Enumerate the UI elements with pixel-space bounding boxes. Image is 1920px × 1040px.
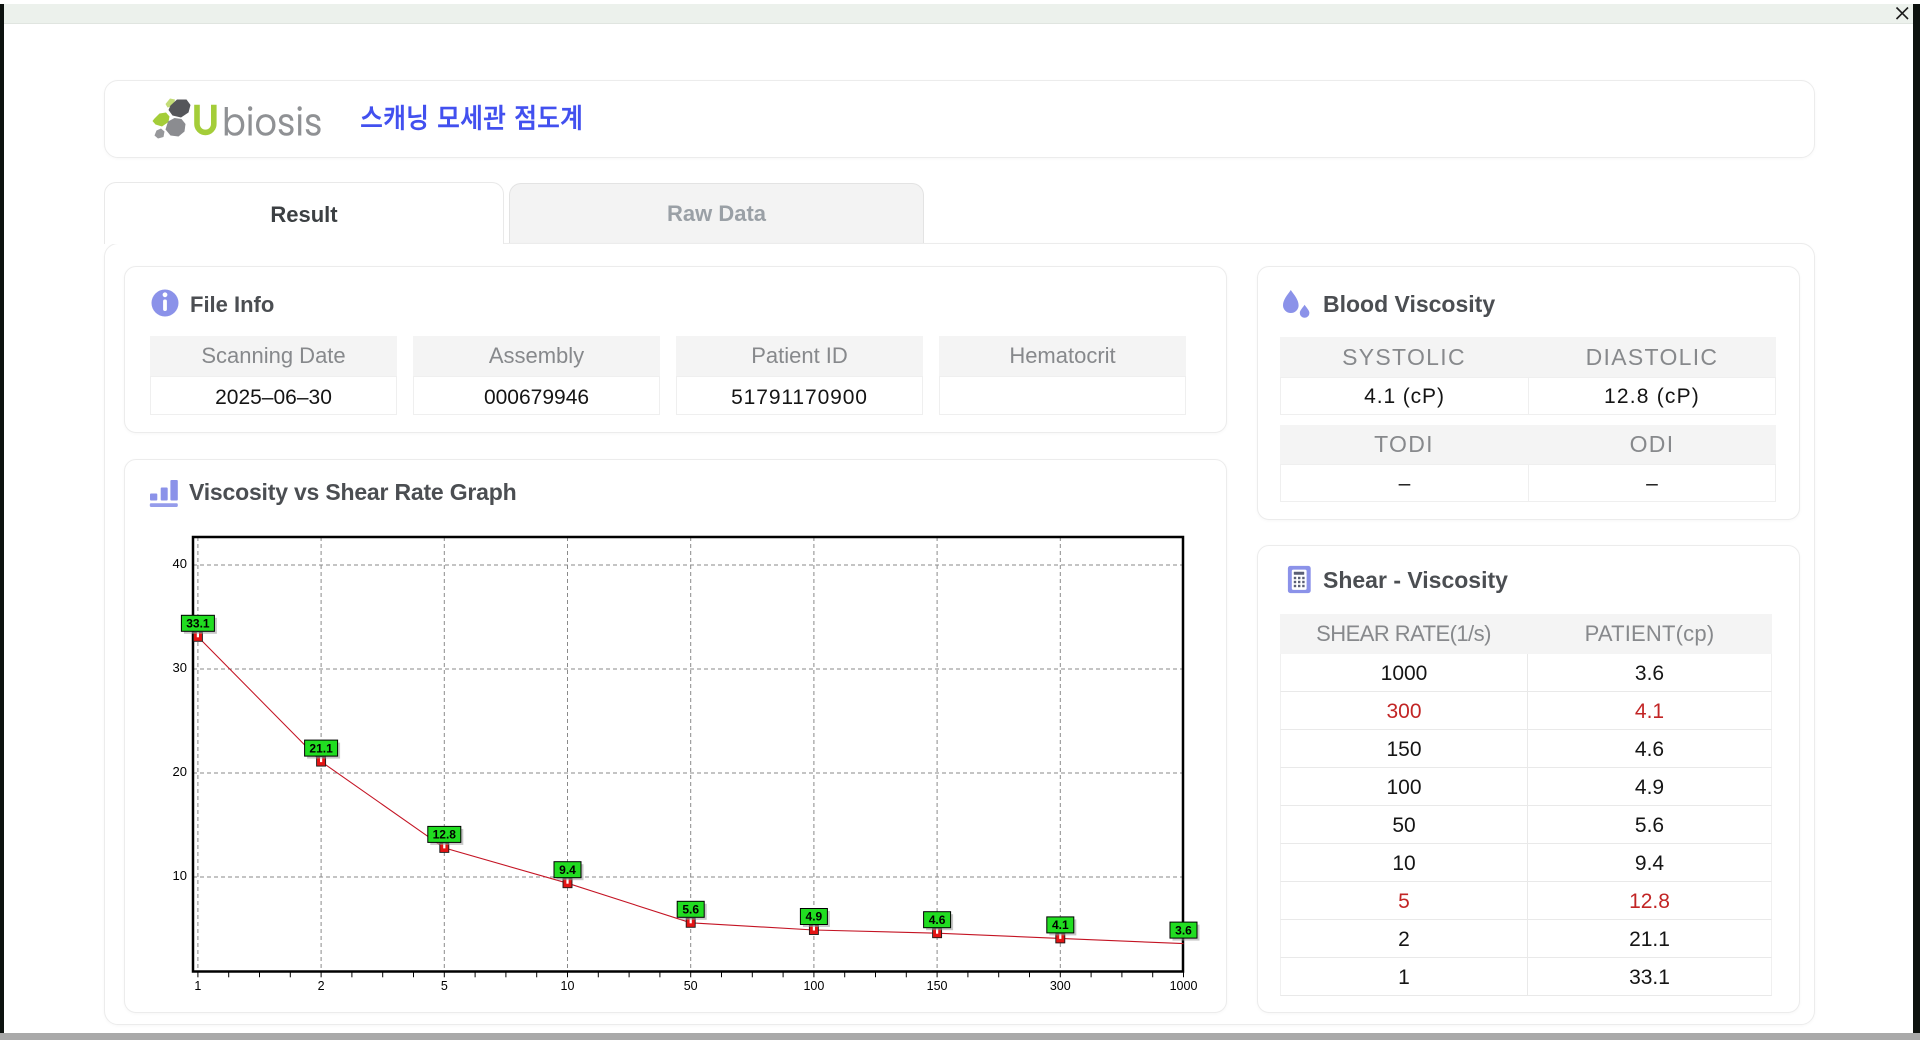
svg-text:1: 1	[194, 979, 201, 993]
svg-text:150: 150	[927, 979, 948, 993]
svg-text:33.1: 33.1	[186, 617, 210, 631]
svg-text:10: 10	[561, 979, 575, 993]
svg-text:12.8: 12.8	[433, 828, 457, 842]
svg-text:100: 100	[803, 979, 824, 993]
svg-text:4.6: 4.6	[929, 913, 946, 927]
svg-text:5: 5	[441, 979, 448, 993]
svg-text:4.9: 4.9	[806, 910, 823, 924]
svg-text:10: 10	[173, 868, 187, 883]
svg-text:30: 30	[173, 660, 187, 675]
svg-text:50: 50	[684, 979, 698, 993]
svg-text:20: 20	[173, 764, 187, 779]
svg-text:4.1: 4.1	[1052, 918, 1069, 932]
svg-text:9.4: 9.4	[559, 863, 576, 877]
svg-text:2: 2	[318, 979, 325, 993]
svg-text:21.1: 21.1	[309, 741, 333, 755]
svg-text:5.6: 5.6	[682, 903, 699, 917]
svg-text:3.6: 3.6	[1175, 923, 1192, 937]
svg-text:1000: 1000	[1170, 979, 1198, 993]
svg-text:300: 300	[1050, 979, 1071, 993]
svg-text:40: 40	[173, 556, 187, 571]
